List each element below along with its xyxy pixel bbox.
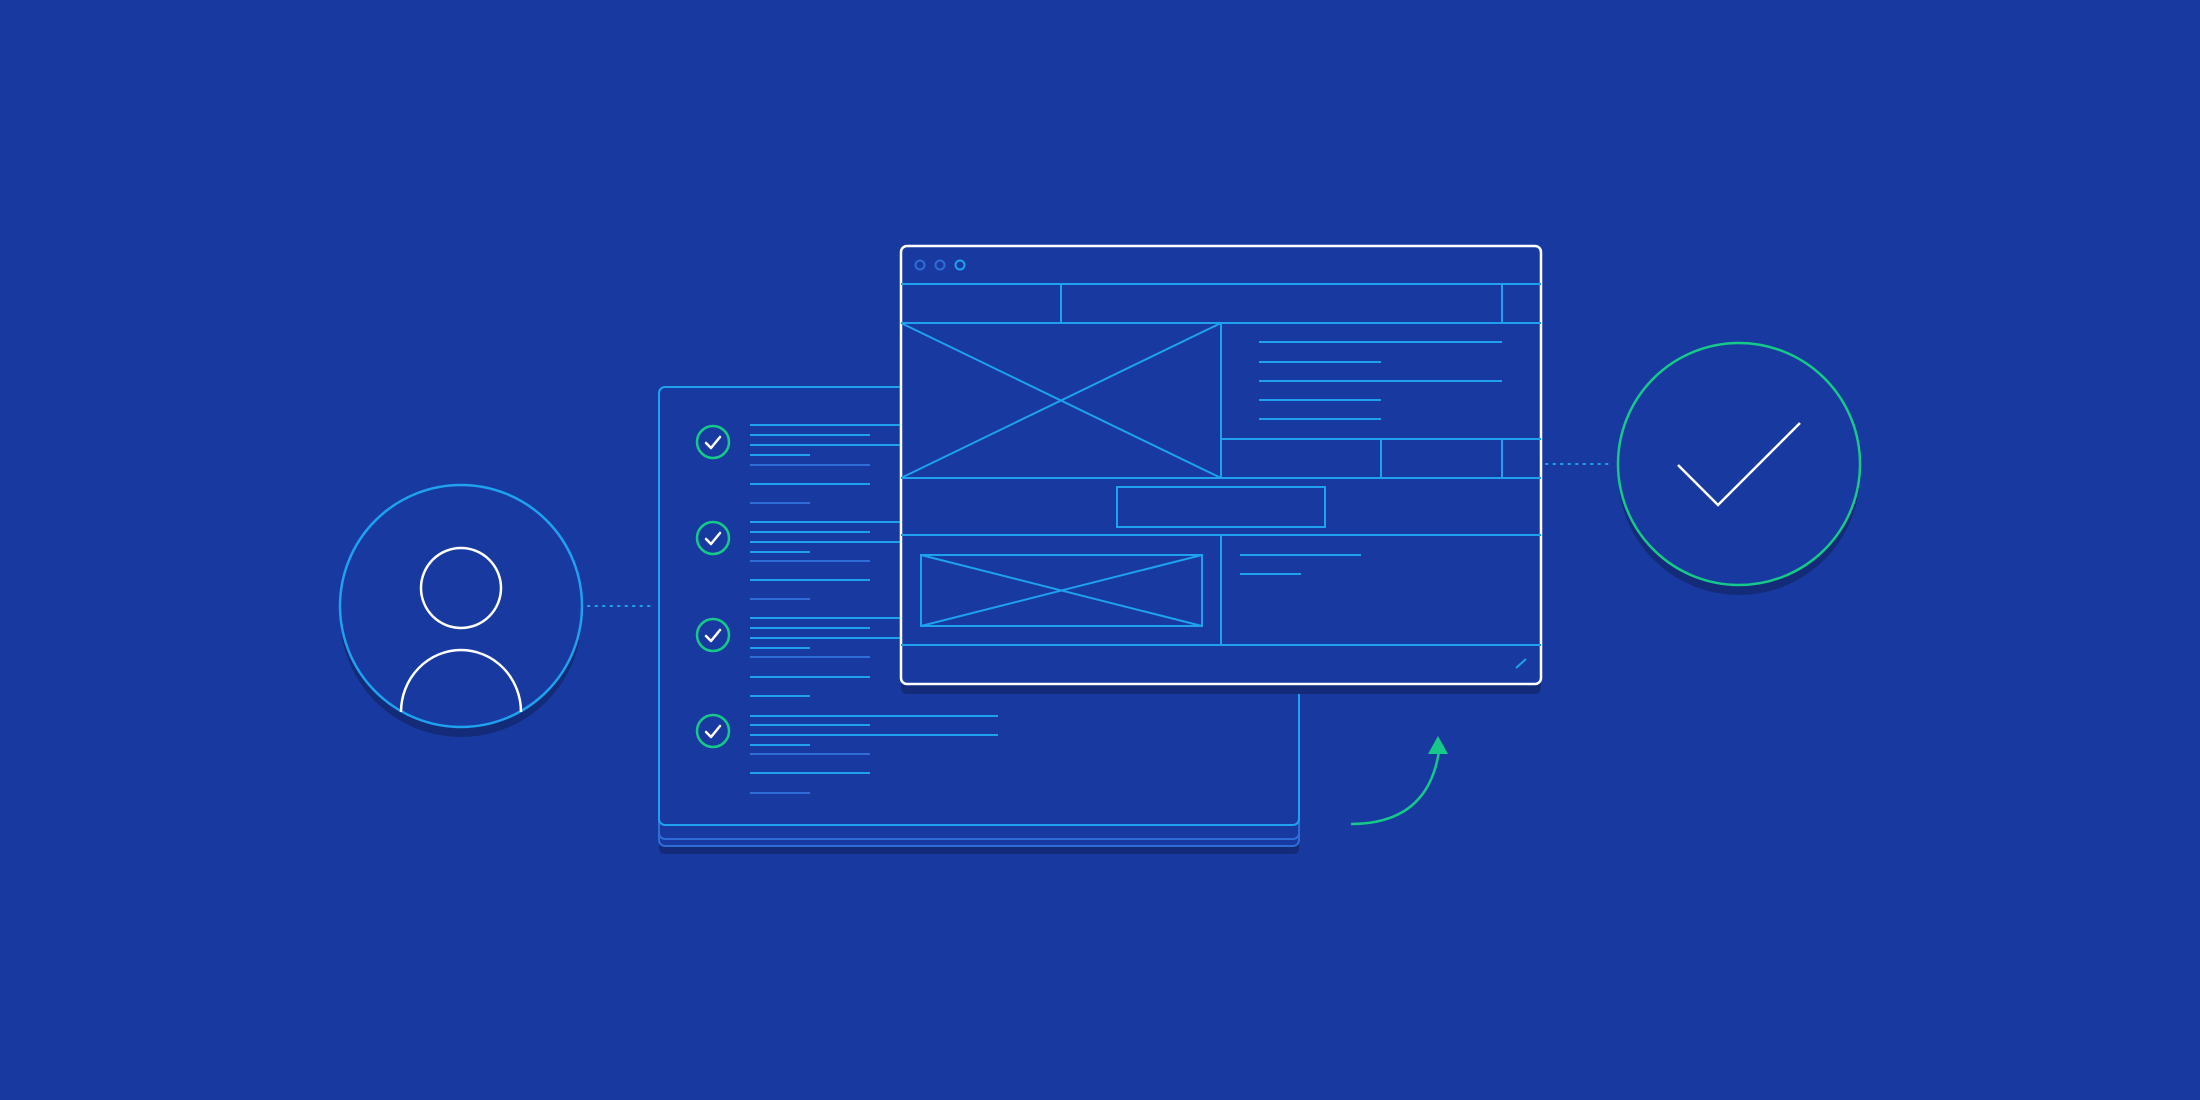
success-circle xyxy=(1616,341,1862,587)
success-check-group xyxy=(1616,341,1862,595)
browser-window xyxy=(899,244,1543,694)
onboarding-illustration xyxy=(0,0,2200,1100)
user-avatar-group xyxy=(338,483,584,737)
avatar-circle xyxy=(338,483,584,729)
illustration-stage xyxy=(0,0,2200,1100)
